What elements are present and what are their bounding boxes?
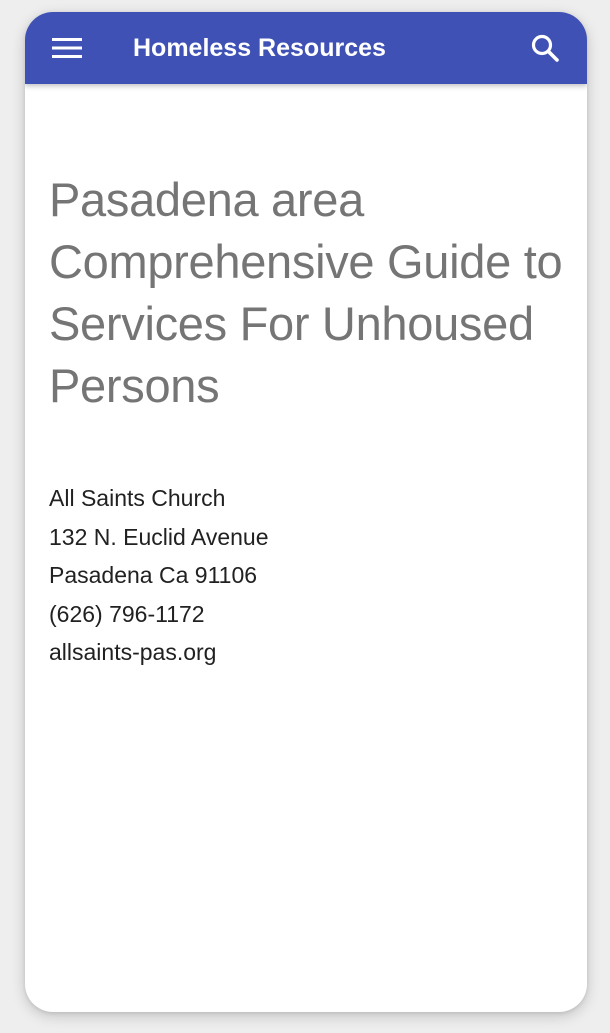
top-app-bar: Homeless Resources [25, 12, 587, 84]
hamburger-menu-icon [52, 38, 82, 58]
phone-number: (626) 796-1172 [49, 600, 205, 627]
menu-button[interactable] [47, 32, 87, 64]
search-button[interactable] [525, 30, 565, 66]
city-state-zip: Pasadena Ca 91106 [49, 562, 258, 588]
main-content: Pasadena area Comprehensive Guide to Ser… [49, 84, 563, 672]
search-icon [531, 34, 559, 62]
street-address: 132 N. Euclid Avenue [49, 523, 269, 550]
contact-block: All Saints Church 132 N. Euclid Avenue P… [49, 479, 563, 672]
page-title: Pasadena area Comprehensive Guide to Ser… [49, 173, 563, 412]
app-title: Homeless Resources [133, 34, 386, 62]
organization-name: All Saints Church [49, 485, 226, 511]
website-link[interactable]: allsaints-pas.org [49, 633, 563, 672]
app-screen: Homeless Resources Pasadena area Compreh… [25, 12, 587, 1012]
